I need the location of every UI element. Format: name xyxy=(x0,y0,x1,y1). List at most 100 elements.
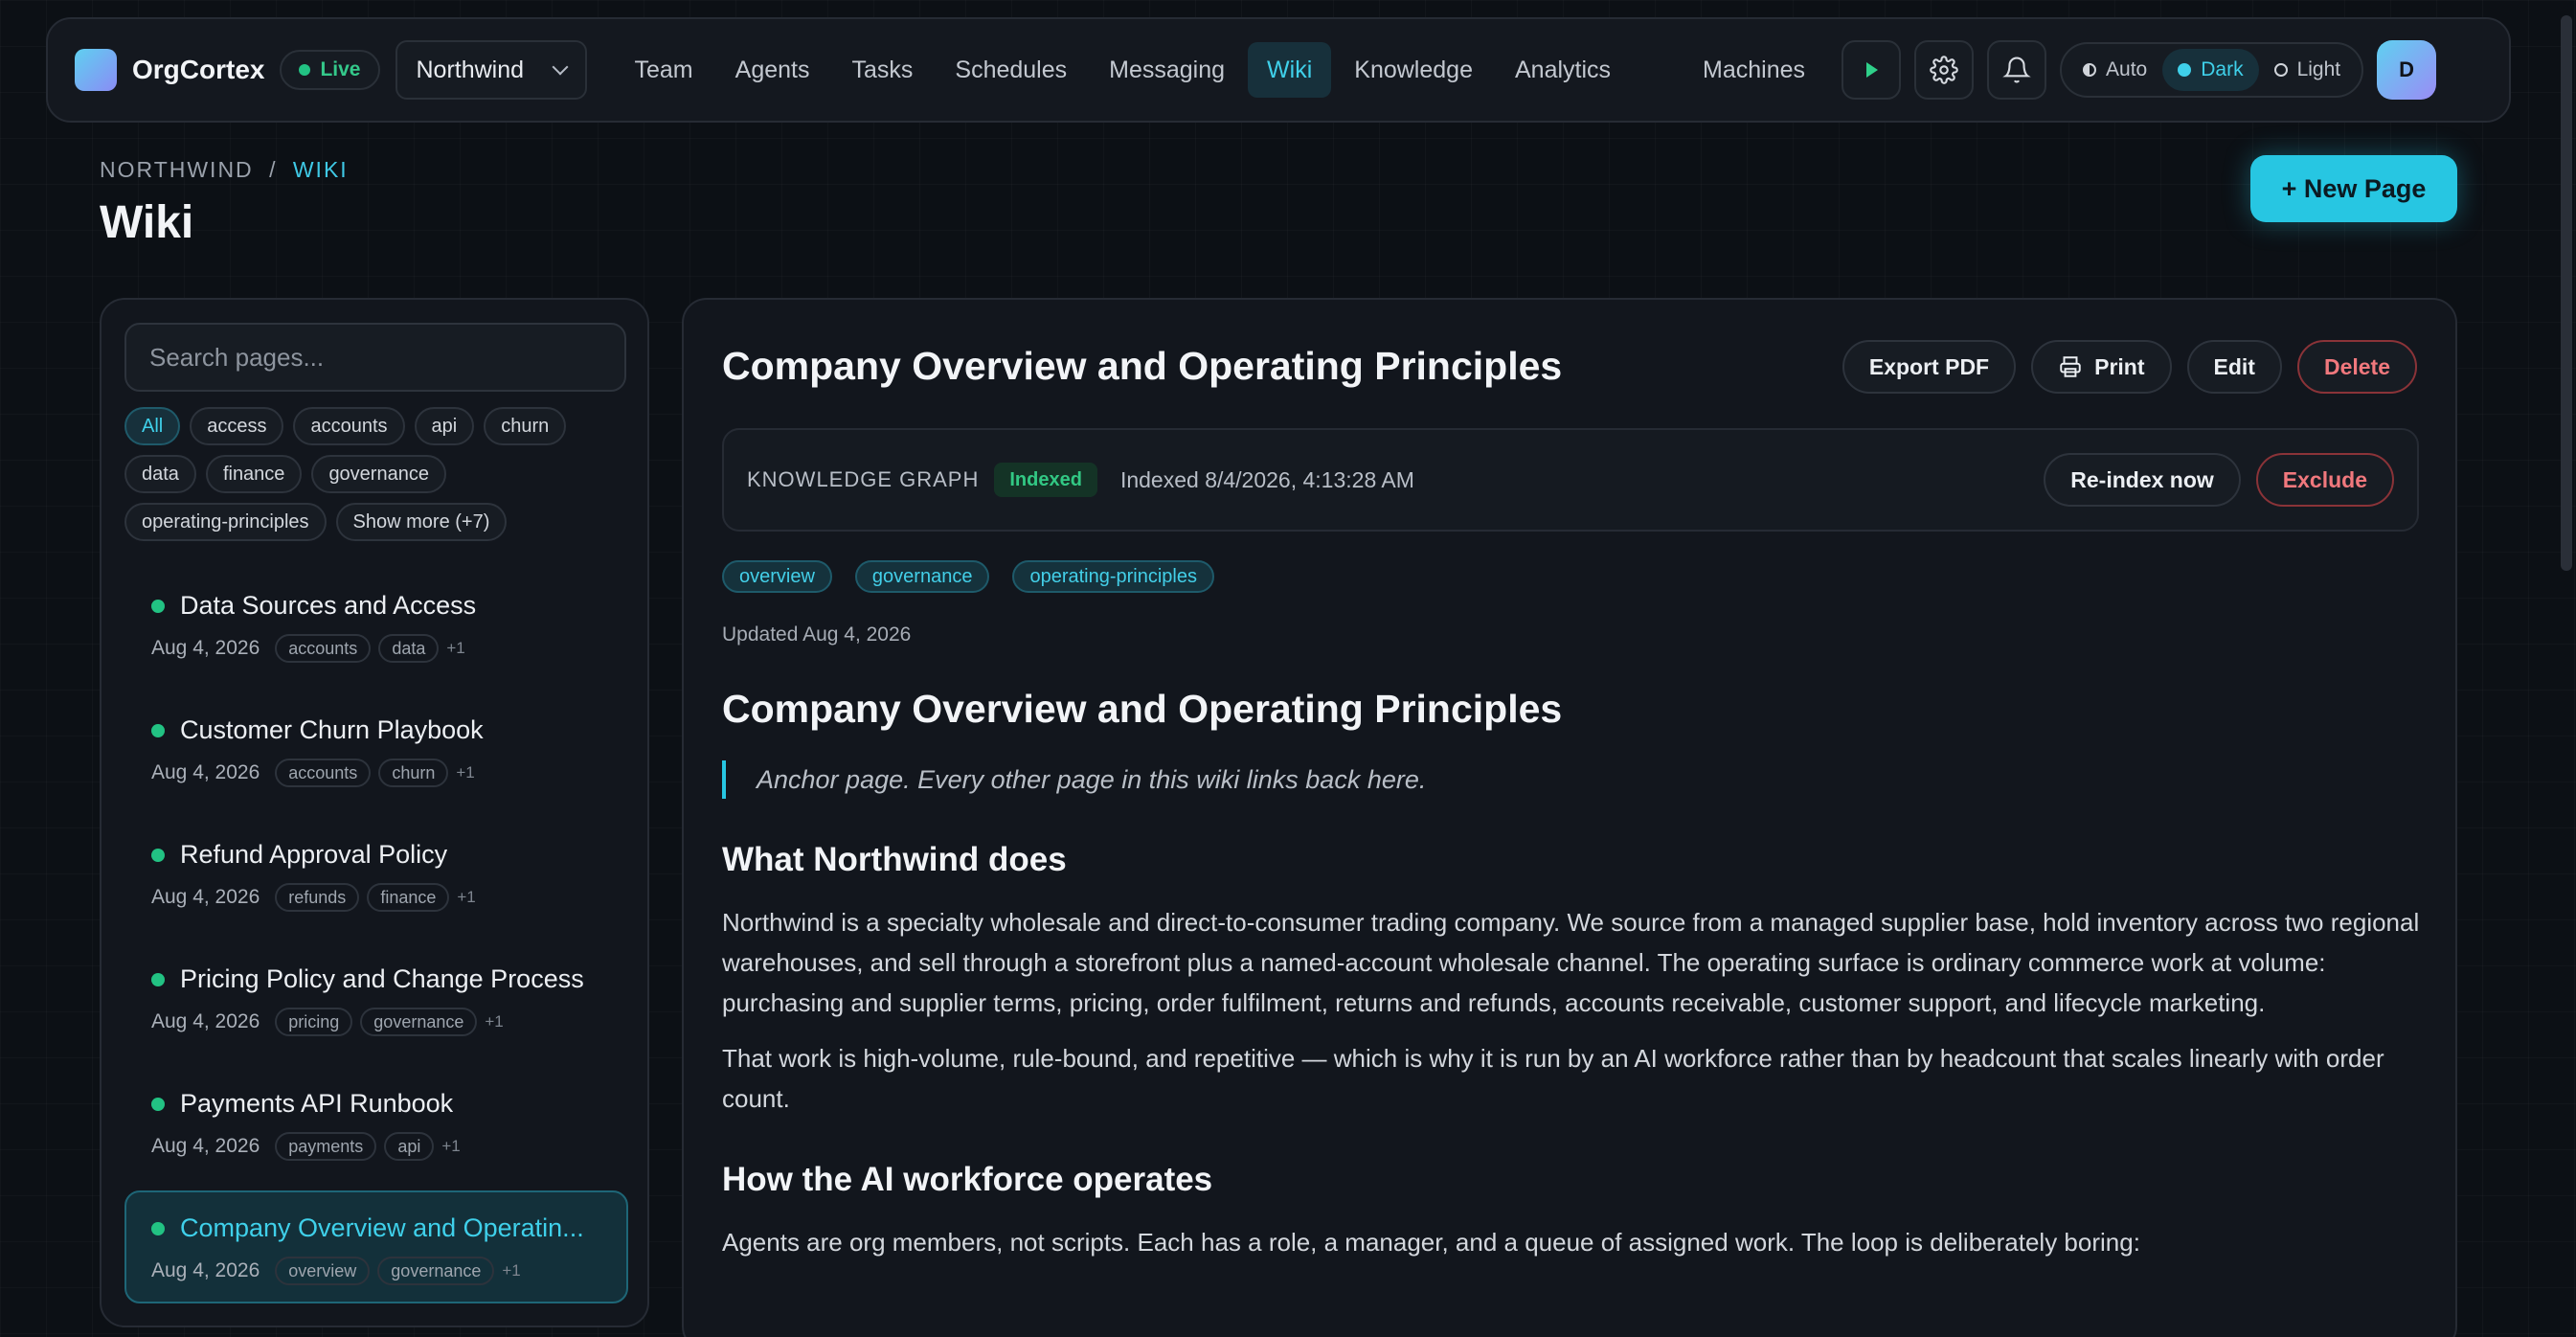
exclude-button[interactable]: Exclude xyxy=(2255,453,2394,507)
notifications-button[interactable] xyxy=(1987,40,2047,100)
document-body: Company Overview and Operating Principle… xyxy=(722,687,2427,1262)
wiki-page-panel: Company Overview and Operating Principle… xyxy=(682,298,2457,1337)
page-list-item-title: Refund Approval Policy xyxy=(180,840,448,869)
document-tag[interactable]: governance xyxy=(854,560,990,593)
page-tag: pricing xyxy=(275,1008,353,1036)
live-dot-icon xyxy=(299,64,311,76)
knowledge-graph-actions: Re-index now Exclude xyxy=(2028,453,2394,507)
page-tag-more-count: +1 xyxy=(456,763,475,782)
page-tag: refunds xyxy=(275,883,360,912)
tag-filter-governance[interactable]: governance xyxy=(311,455,446,493)
updated-date: Updated Aug 4, 2026 xyxy=(722,623,912,646)
page-tag: churn xyxy=(378,759,449,787)
main-nav: Team Agents Tasks Schedules Messaging Wi… xyxy=(616,42,1829,98)
indexed-badge: Indexed xyxy=(994,463,1097,497)
org-selector-value: Northwind xyxy=(416,56,525,83)
print-button[interactable]: Print xyxy=(2031,340,2172,394)
tag-filter-all[interactable]: All xyxy=(124,407,181,445)
section-heading: What Northwind does xyxy=(722,841,1067,878)
settings-button[interactable] xyxy=(1914,40,1975,100)
wiki-sidebar: All access accounts api churn data finan… xyxy=(100,298,649,1327)
tag-filter-access[interactable]: access xyxy=(190,407,284,445)
user-avatar[interactable]: D xyxy=(2377,40,2437,100)
run-button[interactable] xyxy=(1842,40,1902,100)
anchor-quote: Anchor page. Every other page in this wi… xyxy=(722,760,2427,799)
document-tags: overview governance operating-principles xyxy=(722,560,1237,593)
section-heading: How the AI workforce operates xyxy=(722,1161,1213,1198)
nav-knowledge[interactable]: Knowledge xyxy=(1335,42,1492,98)
nav-team[interactable]: Team xyxy=(616,42,712,98)
page-list-item-date: Aug 4, 2026 xyxy=(151,1135,260,1157)
indexed-status-dot xyxy=(151,972,165,986)
page-scrollbar[interactable] xyxy=(2561,15,2572,571)
page-list-item[interactable]: Customer Churn Playbook Aug 4, 2026 acco… xyxy=(124,692,628,805)
tag-filter-data[interactable]: data xyxy=(124,455,196,493)
reindex-button[interactable]: Re-index now xyxy=(2044,453,2241,507)
tag-filter-api[interactable]: api xyxy=(414,407,475,445)
breadcrumb-separator: / xyxy=(269,157,278,182)
print-label: Print xyxy=(2094,353,2145,379)
new-page-button[interactable]: + New Page xyxy=(2250,155,2457,222)
gear-icon xyxy=(1930,56,1958,84)
theme-switcher: Auto Dark Light xyxy=(2060,42,2364,98)
theme-light-option[interactable]: Light xyxy=(2259,49,2357,91)
indexed-status-dot xyxy=(151,848,165,862)
nav-messaging[interactable]: Messaging xyxy=(1090,42,1244,98)
document-title: Company Overview and Operating Principle… xyxy=(722,344,1563,388)
edit-button[interactable]: Edit xyxy=(2186,340,2282,394)
theme-dark-label: Dark xyxy=(2201,58,2244,80)
page-tag-more-count: +1 xyxy=(457,888,476,906)
page-list-item-title: Company Overview and Operatin... xyxy=(180,1213,584,1242)
nav-wiki[interactable]: Wiki xyxy=(1248,42,1332,98)
half-circle-icon xyxy=(2083,63,2097,77)
nav-agents[interactable]: Agents xyxy=(716,42,829,98)
indexed-status-dot xyxy=(151,1097,165,1111)
delete-button[interactable]: Delete xyxy=(2296,340,2417,394)
page-list-item[interactable]: Pricing Policy and Change Process Aug 4,… xyxy=(124,941,628,1054)
export-pdf-button[interactable]: Export PDF xyxy=(1842,340,2017,394)
page-tag: data xyxy=(378,634,440,663)
page-tag-more-count: +1 xyxy=(441,1137,461,1155)
page-list: Data Sources and Access Aug 4, 2026 acco… xyxy=(124,568,628,1303)
org-selector[interactable]: Northwind xyxy=(395,40,587,100)
page-list-item[interactable]: Data Sources and Access Aug 4, 2026 acco… xyxy=(124,568,628,681)
chevron-down-icon xyxy=(552,58,568,76)
page-list-item-title: Pricing Policy and Change Process xyxy=(180,964,584,993)
page-tag-more-count: +1 xyxy=(485,1012,504,1031)
nav-schedules[interactable]: Schedules xyxy=(936,42,1086,98)
breadcrumb-org[interactable]: NORTHWIND xyxy=(100,157,254,182)
page-list-item-title: Payments API Runbook xyxy=(180,1089,454,1118)
page-list-item-date: Aug 4, 2026 xyxy=(151,1010,260,1032)
page-list-item[interactable]: Refund Approval Policy Aug 4, 2026 refun… xyxy=(124,817,628,930)
tag-filter-finance[interactable]: finance xyxy=(205,455,303,493)
show-more-tags-button[interactable]: Show more (+7) xyxy=(335,503,508,541)
tag-filter-churn[interactable]: churn xyxy=(484,407,567,445)
tag-filter-operating-principles[interactable]: operating-principles xyxy=(124,503,327,541)
tag-filter-accounts[interactable]: accounts xyxy=(293,407,405,445)
printer-icon xyxy=(2060,356,2081,377)
page-tag: overview xyxy=(275,1257,371,1285)
document-tag[interactable]: operating-principles xyxy=(1012,560,1214,593)
page-list-item[interactable]: Payments API Runbook Aug 4, 2026 payment… xyxy=(124,1066,628,1179)
page-tag-more-count: +1 xyxy=(446,639,465,657)
nav-tasks[interactable]: Tasks xyxy=(832,42,932,98)
logo-icon xyxy=(75,49,117,91)
page-list-item-date: Aug 4, 2026 xyxy=(151,761,260,783)
brand-name: OrgCortex xyxy=(132,55,265,84)
indexed-status-dot xyxy=(151,1221,165,1235)
knowledge-graph-status: KNOWLEDGE GRAPH Indexed Indexed 8/4/2026… xyxy=(722,428,2419,532)
page-tag: payments xyxy=(275,1132,377,1161)
knowledge-graph-label: KNOWLEDGE GRAPH xyxy=(747,467,980,491)
document-tag[interactable]: overview xyxy=(722,560,832,593)
live-status-label: Live xyxy=(320,58,361,80)
page-list-item-date: Aug 4, 2026 xyxy=(151,1259,260,1281)
page-list-item-title: Data Sources and Access xyxy=(180,591,477,620)
nav-machines[interactable]: Machines xyxy=(1683,42,1824,98)
search-input[interactable] xyxy=(124,323,626,392)
theme-auto-option[interactable]: Auto xyxy=(2068,49,2162,91)
theme-dark-option[interactable]: Dark xyxy=(2162,49,2259,91)
page-list-item-selected[interactable]: Company Overview and Operatin... Aug 4, … xyxy=(124,1190,628,1303)
breadcrumb: NORTHWIND / WIKI xyxy=(100,157,349,183)
paragraph: Agents are org members, not scripts. Eac… xyxy=(722,1228,2140,1257)
nav-analytics[interactable]: Analytics xyxy=(1496,42,1630,98)
